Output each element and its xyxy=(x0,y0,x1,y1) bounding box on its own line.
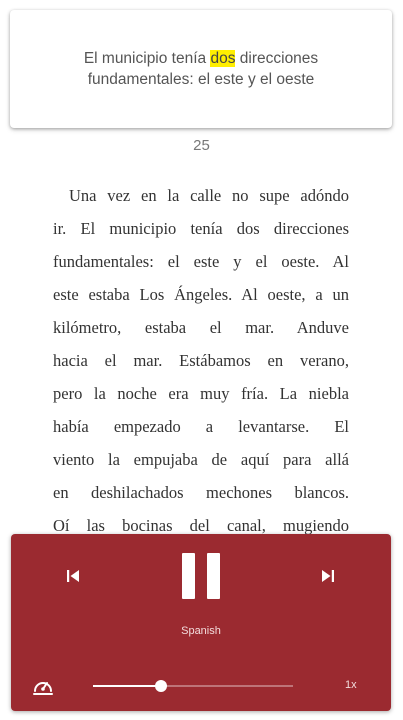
skip-previous-icon xyxy=(67,570,79,582)
language-label: Spanish xyxy=(181,625,221,637)
book-line: viento la empujaba de aquí para allá xyxy=(53,450,349,469)
book-line: hacia el mar. Estábamos en verano, xyxy=(53,351,349,370)
book-line: pero la noche era muy fría. La niebla xyxy=(53,384,349,403)
book-line: había empezado a levantarse. El xyxy=(53,417,349,436)
page-number: 25 xyxy=(193,137,210,154)
playback-speed-button[interactable] xyxy=(31,674,55,698)
sentence-before: El municipio tenía xyxy=(83,50,211,67)
book-line: ir. El municipio tenía dos direcciones xyxy=(53,219,349,238)
skip-next-icon xyxy=(322,570,334,582)
seek-thumb[interactable] xyxy=(155,680,167,692)
speedometer-icon xyxy=(33,682,53,695)
pause-button[interactable] xyxy=(179,553,223,599)
highlighted-word: dos xyxy=(210,50,236,67)
book-line: kilómetro, estaba el mar. Anduve xyxy=(53,318,349,337)
current-sentence-text: El municipio tenía dos direcciones funda… xyxy=(40,48,362,90)
previous-button[interactable] xyxy=(61,564,85,588)
seek-bar[interactable] xyxy=(93,680,293,692)
book-line: en deshilachados mechones blancos. xyxy=(53,483,349,502)
book-line: Una vez en la calle no supe adóndo xyxy=(69,186,349,205)
book-line: fundamentales: el este y el oeste. Al xyxy=(53,252,349,271)
pause-icon-bar xyxy=(182,553,195,599)
next-button[interactable] xyxy=(316,564,340,588)
book-line: Oí las bocinas del canal, mugiendo xyxy=(53,516,349,534)
book-line: este estaba Los Ángeles. Al oeste, a un xyxy=(53,285,349,304)
seek-progress xyxy=(93,685,161,687)
current-sentence-card: El municipio tenía dos direcciones funda… xyxy=(10,10,392,128)
speed-label[interactable]: 1x xyxy=(345,679,357,691)
book-text: Una vez en la calle no supe adóndo ir. E… xyxy=(53,179,349,534)
pause-icon-bar xyxy=(207,553,220,599)
audio-player-panel: Spanish 1x xyxy=(11,534,391,711)
